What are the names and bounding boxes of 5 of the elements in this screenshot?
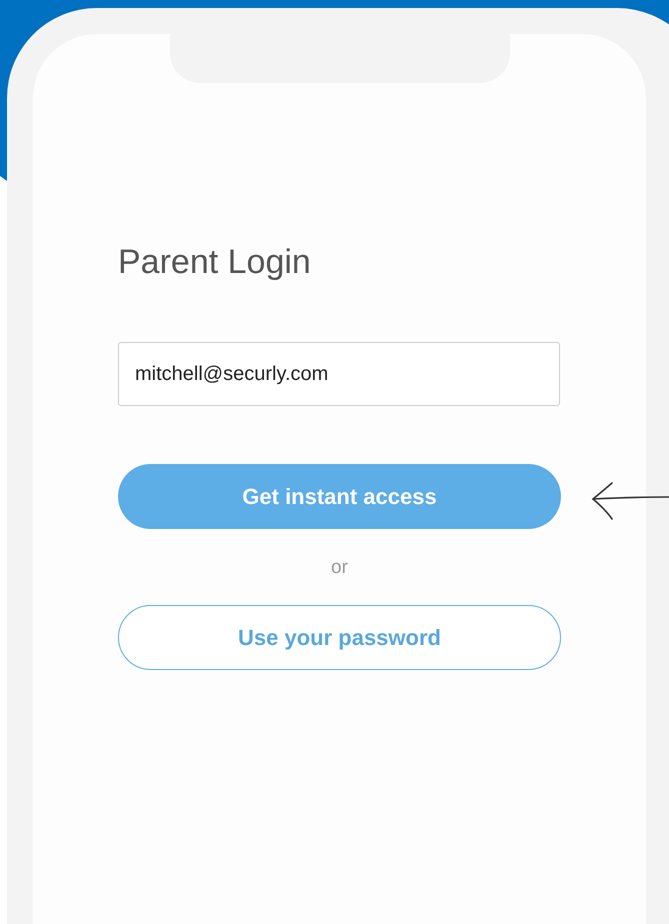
or-separator: or <box>330 557 349 579</box>
instant-access-button[interactable]: Get instant access <box>118 464 561 529</box>
email-field[interactable]: mitchell@securly.com <box>118 342 560 406</box>
login-title: Parent Login <box>118 242 311 282</box>
password-button[interactable]: Use your password <box>118 605 561 670</box>
